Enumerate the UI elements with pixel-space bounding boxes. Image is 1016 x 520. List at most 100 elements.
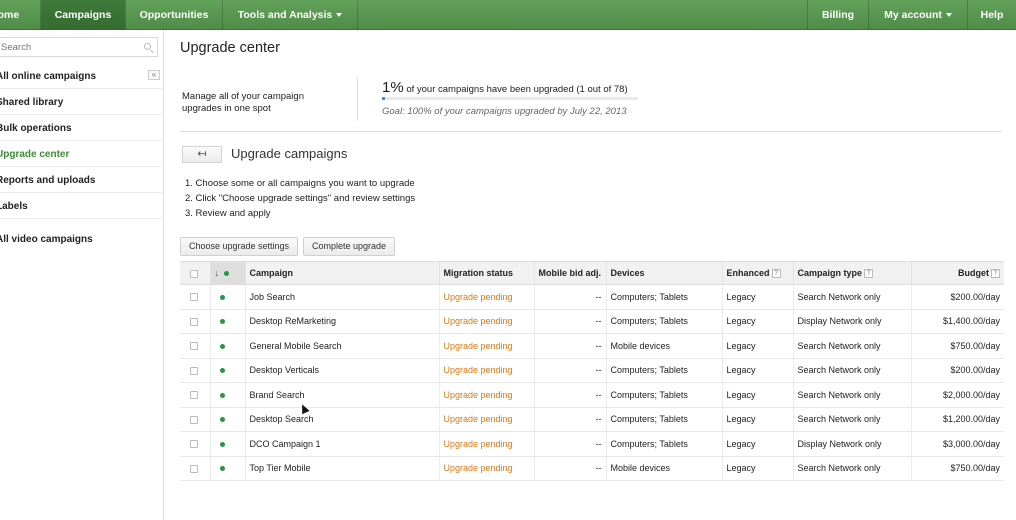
header-devices[interactable]: Devices — [605, 261, 722, 285]
sidebar: All online campaigns « Shared library Bu… — [0, 30, 164, 520]
row-checkbox[interactable] — [190, 317, 198, 326]
sidebar-item-shared-library[interactable]: Shared library — [0, 90, 162, 115]
row-checkbox[interactable] — [190, 464, 198, 473]
table-row[interactable]: Job Search Upgrade pending -- Computers; Ta… — [180, 284, 1004, 310]
header-label: Migration status — [443, 268, 514, 278]
select-all-header — [180, 261, 210, 285]
sidebar-item-all-online-campaigns[interactable]: All online campaigns — [0, 64, 162, 89]
nav-opportunities[interactable]: Opportunities — [126, 0, 222, 30]
nav-tools-and-analysis[interactable]: Tools and Analysis — [223, 0, 357, 30]
campaign-type: Display Network only — [792, 309, 911, 334]
sidebar-item-reports-and-uploads[interactable]: Reports and uploads — [0, 168, 162, 193]
table-header-row: ↓ Campaign Migration status Mobile bid a… — [180, 261, 1004, 285]
status-sort-header[interactable]: ↓ — [209, 261, 245, 285]
migration-status: Upgrade pending — [438, 382, 534, 408]
nav-campaigns[interactable]: Campaigns — [41, 0, 125, 30]
migration-status: Upgrade pending — [438, 431, 534, 457]
row-select-cell — [180, 456, 210, 481]
sidebar-item-label: Reports and uploads — [0, 175, 96, 186]
header-label: Enhanced — [726, 267, 770, 278]
table-row[interactable]: DCO Campaign 1 Upgrade pending -- Computers… — [180, 431, 1004, 457]
mobile-bid-adj: -- — [533, 333, 606, 359]
help-icon[interactable]: ? — [771, 269, 781, 279]
migration-status: Upgrade pending — [438, 309, 534, 334]
row-checkbox[interactable] — [190, 440, 198, 449]
campaign-type: Search Network only — [792, 382, 911, 408]
campaign-name[interactable]: Desktop ReMarketing — [244, 309, 439, 334]
chevron-down-icon — [336, 13, 343, 18]
search-icon[interactable] — [144, 43, 151, 50]
campaigns-table: ↓ Campaign Migration status Mobile bid a… — [180, 261, 1004, 481]
table-row[interactable]: Desktop ReMarketing Upgrade pending -- Comp… — [180, 309, 1004, 334]
campaign-type: Search Network only — [792, 456, 911, 481]
progress-percent: 1% — [382, 79, 404, 96]
sidebar-item-all-video-campaigns[interactable]: All video campaigns — [0, 227, 162, 252]
table-row[interactable]: Desktop Verticals Upgrade pending -- Comput… — [180, 358, 1004, 383]
campaign-name[interactable]: Top Tier Mobile — [244, 456, 439, 481]
mobile-bid-adj: -- — [533, 382, 606, 408]
budget: $200.00/day — [910, 358, 1004, 383]
budget: $750.00/day — [910, 456, 1004, 481]
row-checkbox[interactable] — [190, 391, 198, 400]
budget: $200.00/day — [910, 284, 1004, 310]
enabled-status-icon — [219, 392, 225, 398]
campaign-type: Display Network only — [792, 431, 911, 457]
select-all-checkbox[interactable] — [190, 269, 198, 278]
sidebar-search[interactable] — [0, 37, 158, 57]
header-migration-status[interactable]: Migration status — [438, 261, 534, 285]
nav-my-account[interactable]: My account — [869, 0, 967, 30]
row-select-cell — [180, 309, 210, 334]
collapse-sidebar-icon[interactable]: « — [148, 70, 160, 80]
campaign-name[interactable]: DCO Campaign 1 — [244, 431, 439, 457]
row-status-cell — [209, 382, 245, 408]
nav-home[interactable]: Home — [0, 0, 40, 30]
row-status-cell — [209, 358, 245, 383]
row-select-cell — [180, 284, 210, 310]
row-select-cell — [180, 431, 210, 457]
choose-upgrade-settings-button[interactable]: Choose upgrade settings — [180, 237, 298, 256]
sidebar-item-upgrade-center[interactable]: Upgrade center — [0, 142, 162, 167]
row-checkbox[interactable] — [190, 415, 198, 424]
header-campaign[interactable]: Campaign — [244, 261, 439, 285]
campaign-name[interactable]: Desktop Verticals — [244, 358, 439, 383]
campaign-name[interactable]: Desktop Search — [244, 407, 439, 432]
header-label: Budget — [958, 267, 989, 278]
campaign-name[interactable]: Job Search — [244, 284, 439, 310]
nav-billing[interactable]: Billing — [808, 0, 868, 30]
sidebar-item-labels[interactable]: Labels — [0, 194, 162, 219]
header-budget[interactable]: Budget? — [910, 261, 1004, 285]
enabled-status-icon — [219, 417, 225, 423]
sidebar-item-bulk-operations[interactable]: Bulk operations — [0, 116, 162, 141]
header-mobile-bid-adj[interactable]: Mobile bid adj. — [533, 261, 606, 285]
mobile-bid-adj: -- — [533, 284, 606, 310]
nav-help[interactable]: Help — [968, 0, 1016, 30]
nav-campaigns-label: Campaigns — [54, 9, 112, 21]
row-checkbox[interactable] — [190, 342, 198, 351]
chevron-down-icon — [945, 13, 952, 18]
header-campaign-type[interactable]: Campaign type? — [792, 261, 911, 285]
section-divider — [180, 131, 1002, 132]
budget: $750.00/day — [910, 333, 1004, 359]
sidebar-item-label: All video campaigns — [0, 234, 93, 245]
enabled-status-icon — [219, 319, 225, 325]
complete-upgrade-button[interactable]: Complete upgrade — [303, 237, 395, 256]
enhanced: Legacy — [721, 358, 793, 383]
search-input[interactable] — [0, 38, 137, 56]
help-icon[interactable]: ? — [991, 269, 1000, 279]
sidebar-item-label: Upgrade center — [0, 149, 70, 160]
upgrade-progress-bar — [382, 97, 638, 100]
progress-bar-fill — [382, 97, 385, 100]
section-title: Upgrade campaigns — [231, 146, 348, 161]
header-enhanced[interactable]: Enhanced? — [721, 261, 793, 285]
devices: Mobile devices — [605, 333, 722, 359]
campaign-name[interactable]: Brand Search — [244, 382, 439, 408]
enabled-status-icon — [219, 466, 225, 472]
campaign-name[interactable]: General Mobile Search — [244, 333, 439, 359]
back-arrow-button[interactable]: ↤ — [182, 146, 222, 163]
table-row[interactable]: General Mobile Search Upgrade pending -- Mo… — [180, 333, 1004, 359]
table-row[interactable]: Top Tier Mobile Upgrade pending -- Mobile d… — [180, 456, 1004, 481]
help-icon[interactable]: ? — [864, 269, 874, 279]
mobile-bid-adj: -- — [533, 456, 606, 481]
row-checkbox[interactable] — [190, 293, 198, 302]
row-checkbox[interactable] — [190, 366, 198, 375]
